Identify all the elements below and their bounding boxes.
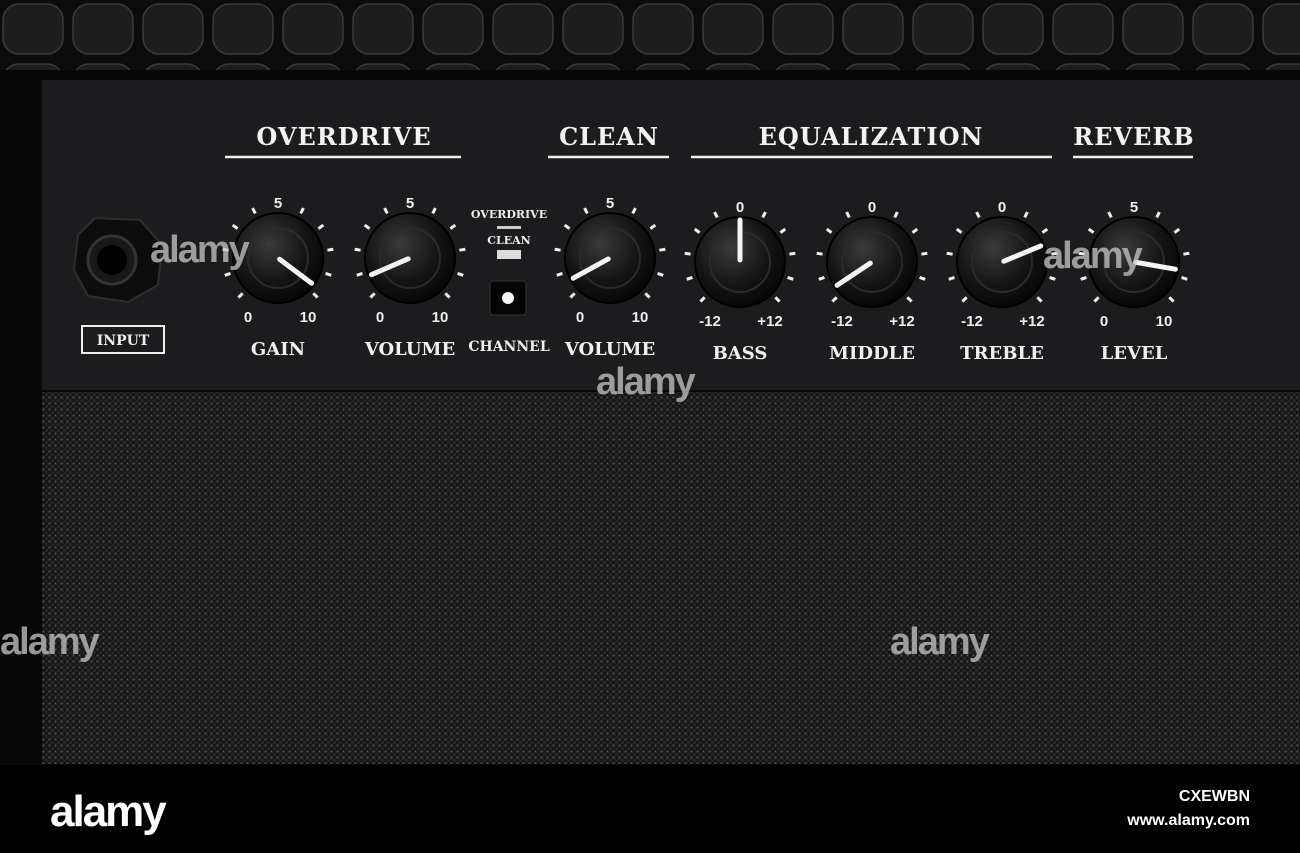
- watermark: alamy: [1043, 235, 1143, 277]
- scale-tick: [921, 251, 928, 256]
- channel-label: CHANNEL: [468, 339, 549, 355]
- scale-tick: [659, 247, 666, 252]
- scale-tick: [818, 276, 825, 281]
- scale-tick: [657, 272, 664, 277]
- image-code: CXEWBN: [1179, 788, 1250, 805]
- scale-tick: [1049, 276, 1056, 281]
- scale-tick: [354, 247, 361, 252]
- scale-max-label: +12: [757, 313, 782, 330]
- scale-min-label: 0: [244, 309, 252, 326]
- section-title-equalization: EQUALIZATION: [759, 122, 984, 151]
- scale-min-label: 0: [1100, 313, 1108, 330]
- scale-max-label: 10: [432, 309, 449, 326]
- scale-tick: [787, 276, 794, 281]
- knob-label: BASS: [713, 343, 768, 364]
- overdrive-indicator: [497, 226, 521, 229]
- channel-clean-label: CLEAN: [487, 234, 530, 247]
- input-jack[interactable]: [72, 216, 164, 304]
- scale-tick: [1181, 276, 1188, 281]
- alamy-logo: alamy: [50, 787, 167, 836]
- scale-tick: [554, 247, 561, 252]
- scale-min-label: -12: [831, 313, 853, 330]
- scale-max-label: +12: [889, 313, 914, 330]
- footer-bar: [0, 765, 1300, 853]
- scale-mid-label: 5: [1130, 199, 1138, 216]
- scale-tick: [816, 251, 823, 256]
- knob-label: TREBLE: [960, 343, 1044, 364]
- scale-tick: [946, 251, 953, 256]
- section-title-reverb: REVERB: [1073, 122, 1194, 151]
- scale-tick: [686, 276, 693, 281]
- scale-tick: [919, 276, 926, 281]
- scale-tick: [224, 272, 231, 277]
- channel-overdrive-label: OVERDRIVE: [471, 208, 547, 221]
- scale-min-label: 0: [576, 309, 584, 326]
- watermark: alamy: [150, 229, 250, 271]
- watermark: alamy: [890, 621, 990, 663]
- section-title-overdrive: OVERDRIVE: [256, 122, 431, 151]
- scale-tick: [327, 247, 334, 252]
- input-label: INPUT: [97, 333, 150, 349]
- scale-tick: [948, 276, 955, 281]
- scale-tick: [1080, 276, 1087, 281]
- scale-tick: [684, 251, 691, 256]
- scale-min-label: -12: [961, 313, 983, 330]
- knob-label: VOLUME: [564, 339, 655, 360]
- knob-label: LEVEL: [1101, 343, 1168, 364]
- scale-tick: [789, 251, 796, 256]
- channel-switch-button[interactable]: [489, 280, 527, 316]
- scale-min-label: 0: [376, 309, 384, 326]
- scale-mid-label: 0: [868, 199, 876, 216]
- tolex-top: [0, 0, 1300, 70]
- scale-tick: [457, 272, 464, 277]
- knob-label: VOLUME: [364, 339, 455, 360]
- scale-max-label: 10: [300, 309, 317, 326]
- clean-indicator: [497, 250, 521, 259]
- section-title-clean: CLEAN: [559, 122, 659, 151]
- scale-tick: [459, 247, 466, 252]
- knob-label: MIDDLE: [829, 343, 915, 364]
- scale-mid-label: 5: [606, 195, 614, 212]
- scale-tick: [1183, 251, 1190, 256]
- scale-mid-label: 5: [274, 195, 282, 212]
- scale-mid-label: 0: [998, 199, 1006, 216]
- amplifier-photo: OVERDRIVE CLEAN EQUALIZATION REVERB INPU…: [0, 0, 1300, 853]
- scale-max-label: 10: [1156, 313, 1173, 330]
- scale-min-label: -12: [699, 313, 721, 330]
- scale-tick: [556, 272, 563, 277]
- alamy-site: www.alamy.com: [1126, 812, 1250, 829]
- scale-max-label: +12: [1019, 313, 1044, 330]
- scale-mid-label: 0: [736, 199, 744, 216]
- watermark: alamy: [596, 361, 696, 403]
- knob-label: GAIN: [251, 339, 305, 360]
- scale-tick: [356, 272, 363, 277]
- scale-mid-label: 5: [406, 195, 414, 212]
- scale-tick: [325, 272, 332, 277]
- watermark: alamy: [0, 621, 100, 663]
- scale-max-label: 10: [632, 309, 649, 326]
- speaker-grille: [42, 392, 1300, 764]
